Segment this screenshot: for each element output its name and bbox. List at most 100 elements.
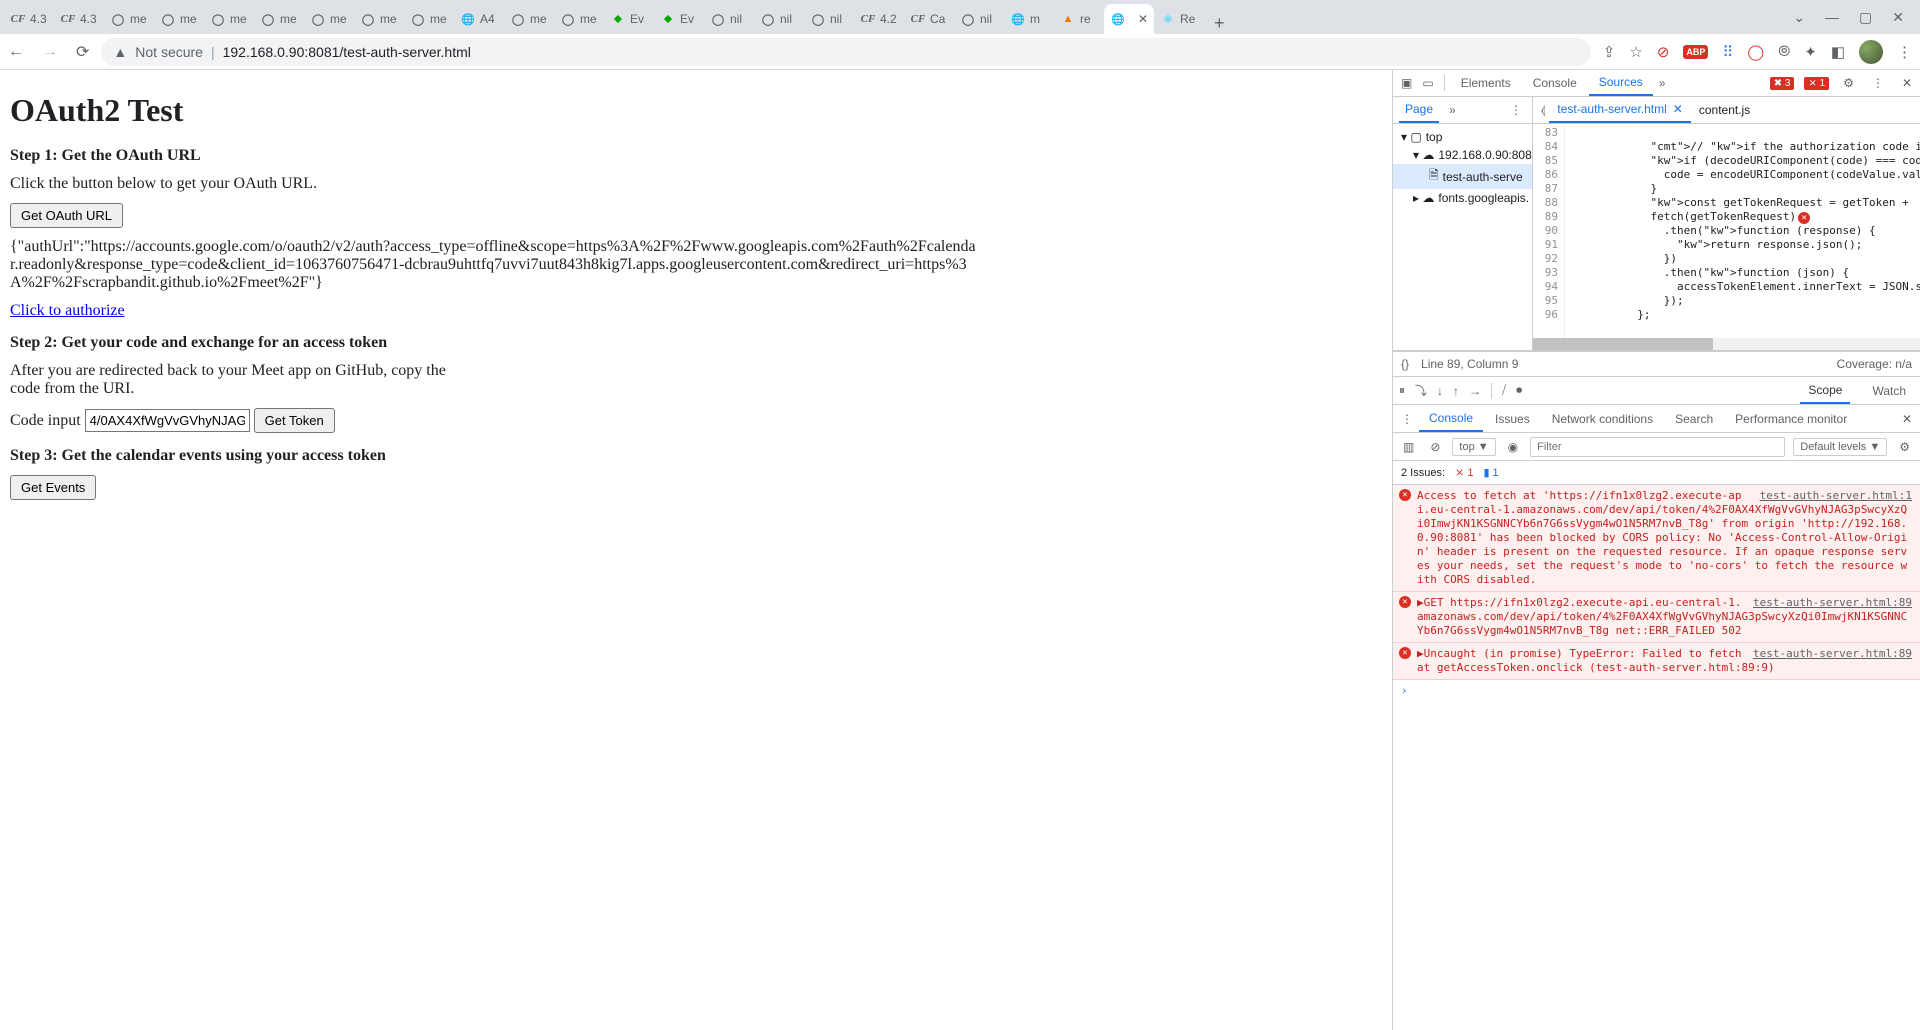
pause-exceptions-icon[interactable]: ⏺ (1516, 383, 1522, 398)
ext-abp-icon[interactable]: ABP (1683, 45, 1708, 59)
browser-tab[interactable]: ◯me (304, 4, 354, 34)
forward-icon[interactable]: → (42, 43, 58, 61)
share-icon[interactable]: ⇪ (1603, 43, 1616, 61)
console-settings-icon[interactable]: ⚙ (1895, 440, 1914, 454)
browser-tab[interactable]: ◯me (104, 4, 154, 34)
pause-icon[interactable]: ⏸ (1399, 383, 1405, 398)
step-icon[interactable]: → (1469, 384, 1481, 398)
browser-tab[interactable]: ◯me (404, 4, 454, 34)
device-icon[interactable]: ▭ (1418, 76, 1437, 90)
tab-console[interactable]: Console (1523, 70, 1587, 96)
error-count-badge[interactable]: ✖ 3 (1770, 77, 1795, 90)
tree-fonts[interactable]: ▸ ☁ fonts.googleapis. (1393, 189, 1532, 207)
drawer-tab-console[interactable]: Console (1419, 405, 1483, 432)
live-expr-icon[interactable]: ◉ (1504, 440, 1522, 454)
console-filter-input[interactable] (1530, 437, 1785, 457)
address-bar[interactable]: ▲ Not secure | 192.168.0.90:8081/test-au… (101, 38, 1590, 66)
levels-selector[interactable]: Default levels ▼ (1793, 438, 1887, 456)
browser-tab[interactable]: ◯me (504, 4, 554, 34)
close-tab-icon[interactable]: ✕ (1138, 12, 1148, 26)
nav-menu-icon[interactable]: ⋮ (1506, 103, 1526, 117)
console-sidebar-icon[interactable]: ▥ (1399, 440, 1418, 454)
code-lines[interactable]: "cmt">// "kw">if the authorization code … (1565, 124, 1920, 338)
close-tab-icon[interactable]: ✕ (1673, 102, 1683, 116)
scope-tab[interactable]: Scope (1800, 377, 1850, 404)
ext-origin-icon[interactable]: ◯ (1747, 43, 1764, 61)
tree-origin[interactable]: ▾ ☁ 192.168.0.90:8081 (1393, 146, 1532, 164)
drawer-tab-perf[interactable]: Performance monitor (1725, 405, 1857, 432)
drawer-menu-icon[interactable]: ⋮ (1397, 412, 1417, 426)
browser-tab[interactable]: ◯nil (754, 4, 804, 34)
console-error-message[interactable]: ✕test-auth-server.html:89▶Uncaught (in p… (1393, 643, 1920, 680)
message-source-link[interactable]: test-auth-server.html:1 (1760, 489, 1912, 503)
back-icon[interactable]: ← (8, 43, 24, 61)
new-tab-button[interactable]: + (1204, 13, 1235, 34)
get-oauth-url-button[interactable]: Get OAuth URL (10, 203, 123, 228)
console-clear-icon[interactable]: ⊘ (1426, 440, 1444, 454)
bookmark-icon[interactable]: ☆ (1629, 43, 1642, 61)
issues-bar[interactable]: 2 Issues: ⨯ 1 ▮ 1 (1393, 461, 1920, 485)
file-tab-1[interactable]: content.js (1691, 97, 1758, 123)
code-input[interactable] (85, 409, 250, 432)
ext-translate-icon[interactable]: ⠿ (1722, 43, 1733, 61)
get-token-button[interactable]: Get Token (254, 408, 335, 433)
extensions-icon[interactable]: ✦ (1804, 43, 1817, 61)
profile-avatar[interactable] (1859, 40, 1883, 64)
ext-noscript-icon[interactable]: ⊘ (1657, 43, 1670, 61)
file-nav-icon[interactable]: ⦉ (1537, 103, 1549, 118)
browser-tab[interactable]: ◯nil (704, 4, 754, 34)
browser-tab[interactable]: ◯nil (954, 4, 1004, 34)
browser-tab[interactable]: ⬥Ev (604, 4, 654, 34)
window-maximize-icon[interactable]: ▢ (1859, 9, 1872, 26)
browser-tab[interactable]: ◯nil (804, 4, 854, 34)
get-events-button[interactable]: Get Events (10, 475, 96, 500)
browser-tab[interactable]: ▲re (1054, 4, 1104, 34)
drawer-tab-issues[interactable]: Issues (1485, 405, 1540, 432)
browser-tab[interactable]: 🌐 ✕ (1104, 4, 1154, 34)
console-prompt[interactable]: › (1393, 680, 1920, 701)
context-selector[interactable]: top ▼ (1452, 438, 1495, 456)
window-minimize-icon[interactable]: — (1825, 9, 1839, 25)
sidepanel-icon[interactable]: ◧ (1831, 43, 1845, 61)
tree-top[interactable]: ▾ ▢ top (1393, 128, 1532, 146)
code-hscroll[interactable] (1533, 338, 1920, 350)
step-out-icon[interactable]: ↑ (1453, 384, 1459, 398)
braces-icon[interactable]: {} (1401, 357, 1409, 371)
tab-sources[interactable]: Sources (1589, 70, 1653, 96)
file-tab-active[interactable]: test-auth-server.html ✕ (1549, 97, 1690, 123)
devtools-close-icon[interactable]: ✕ (1898, 76, 1916, 90)
devtools-menu-icon[interactable]: ⋮ (1868, 76, 1888, 90)
browser-tab[interactable]: 🌐A4 (454, 4, 504, 34)
authorize-link[interactable]: Click to authorize (10, 302, 125, 319)
browser-tab[interactable]: ◯me (154, 4, 204, 34)
browser-tab[interactable]: ◯me (254, 4, 304, 34)
reload-icon[interactable]: ⟳ (76, 42, 89, 62)
ext-cast-icon[interactable]: ⦾ (1778, 43, 1790, 60)
deactivate-bp-icon[interactable]: ⧸ (1502, 383, 1506, 398)
inspect-icon[interactable]: ▣ (1397, 76, 1416, 90)
browser-tab[interactable]: 🌐m (1004, 4, 1054, 34)
browser-tab[interactable]: ◯me (554, 4, 604, 34)
tab-elements[interactable]: Elements (1451, 70, 1521, 96)
watch-tab[interactable]: Watch (1864, 377, 1914, 404)
tree-file-active[interactable]: 🗎 test-auth-serve (1393, 164, 1532, 189)
drawer-tab-network[interactable]: Network conditions (1542, 405, 1663, 432)
console-error-message[interactable]: ✕test-auth-server.html:1Access to fetch … (1393, 485, 1920, 592)
browser-tab[interactable]: CF4.3 (4, 4, 54, 34)
browser-tab[interactable]: ◯me (354, 4, 404, 34)
message-source-link[interactable]: test-auth-server.html:89 (1753, 596, 1912, 610)
more-tabs-icon[interactable]: » (1655, 76, 1670, 90)
browser-tab[interactable]: ◯me (204, 4, 254, 34)
browser-tab[interactable]: CF4.3 (54, 4, 104, 34)
browser-tab[interactable]: CF4.2 (854, 4, 904, 34)
message-source-link[interactable]: test-auth-server.html:89 (1753, 647, 1912, 661)
drawer-close-icon[interactable]: ✕ (1898, 412, 1916, 426)
nav-tab-page[interactable]: Page (1399, 97, 1439, 123)
warn-count-badge[interactable]: ⨯ 1 (1804, 77, 1829, 90)
step-over-icon[interactable]: ⤵ (1415, 382, 1427, 399)
browser-tab[interactable]: ⬥Ev (654, 4, 704, 34)
menu-icon[interactable]: ⋮ (1897, 43, 1912, 61)
console-error-message[interactable]: ✕test-auth-server.html:89▶GET https://if… (1393, 592, 1920, 643)
nav-more-icon[interactable]: » (1445, 103, 1460, 117)
drawer-tab-search[interactable]: Search (1665, 405, 1723, 432)
